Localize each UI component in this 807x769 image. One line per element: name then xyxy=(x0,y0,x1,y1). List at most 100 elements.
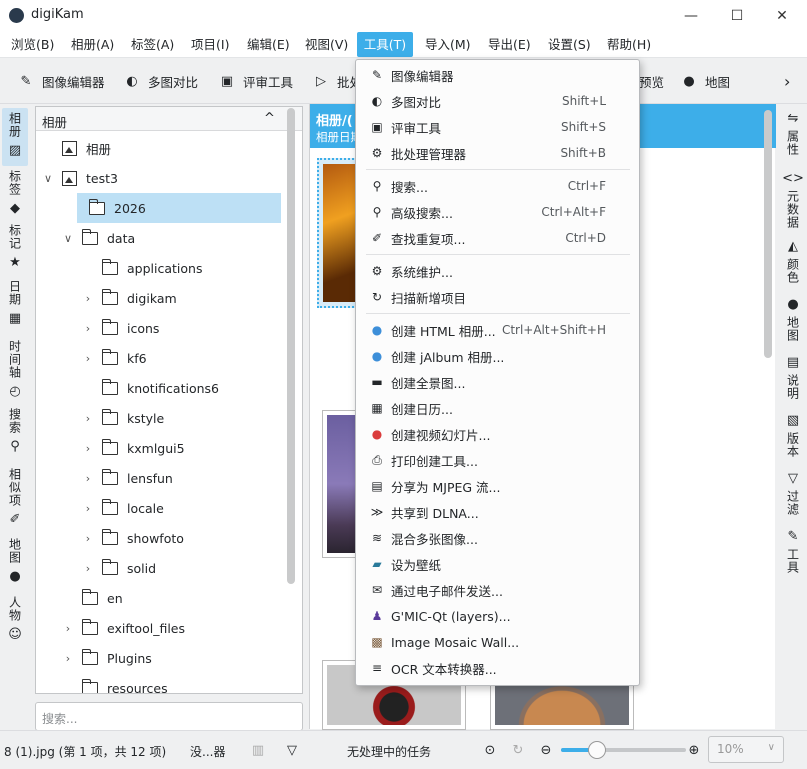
chevron-right-icon[interactable]: › xyxy=(82,412,94,425)
tree-item-data[interactable]: ∨ data xyxy=(36,223,286,253)
tree-item--[interactable]: 相册 xyxy=(36,133,286,163)
tree-item-knotifications6[interactable]: knotifications6 xyxy=(36,373,286,403)
minimize-button[interactable]: — xyxy=(681,6,701,26)
chevron-right-icon[interactable]: › xyxy=(82,562,94,575)
map-button[interactable]: ● 地图 xyxy=(681,71,730,91)
tree-item-kxmlgui5[interactable]: › kxmlgui5 xyxy=(36,433,286,463)
tools-menu-item[interactable]: ✉ 通过电子邮件发送... xyxy=(357,577,638,603)
tools-menu-item[interactable]: ▰ 设为壁纸 xyxy=(357,551,638,577)
maximize-button[interactable]: ☐ xyxy=(727,6,747,26)
tools-menu-item[interactable]: ▤ 分享为 MJPEG 流... xyxy=(357,473,638,499)
review-button[interactable]: ▣ 评审工具 xyxy=(219,71,293,91)
tree-item-resources[interactable]: resources xyxy=(36,673,286,693)
tools-menu-item[interactable]: ● 创建 HTML 相册... Ctrl+Alt+Shift+H xyxy=(357,317,638,343)
zoom-fit-icon[interactable]: ⊙ xyxy=(482,742,498,758)
tree-item-en[interactable]: en xyxy=(36,583,286,613)
chevron-right-icon[interactable]: › xyxy=(82,352,94,365)
collapse-icon[interactable]: ^ xyxy=(264,111,275,126)
chevron-right-icon[interactable]: › xyxy=(62,622,74,635)
tools-menu-item[interactable]: ≡ OCR 文本转换器... xyxy=(357,655,638,681)
tab-timeline[interactable]: 时间轴 ◴ xyxy=(2,340,28,400)
tools-menu-item[interactable]: ● 创建视频幻灯片... xyxy=(357,421,638,447)
zoom-level-select[interactable]: 10% ∨ xyxy=(708,736,784,763)
tab-dates[interactable]: 日期 ▦ xyxy=(2,280,28,328)
tree-item-2026[interactable]: 2026 xyxy=(77,193,281,223)
tab-captions[interactable]: ▤ 说明 xyxy=(781,354,805,404)
tree-item-applications[interactable]: applications xyxy=(36,253,286,283)
tab-albums[interactable]: 相册 ▨ xyxy=(2,108,28,166)
menu-tags[interactable]: 标签(A) xyxy=(126,31,179,58)
tools-menu-item[interactable]: ▩ Image Mosaic Wall... xyxy=(357,629,638,655)
menu-view[interactable]: 视图(V) xyxy=(300,31,353,58)
filter-icon[interactable]: ▽ xyxy=(284,742,300,758)
tab-similarity[interactable]: 相似项 ✐ xyxy=(2,468,28,528)
tab-geolocation[interactable]: ● 地图 xyxy=(781,296,805,346)
chevron-right-icon[interactable]: › xyxy=(82,292,94,305)
chevron-right-icon[interactable]: › xyxy=(82,442,94,455)
menu-export[interactable]: 导出(E) xyxy=(483,31,536,58)
trash-icon[interactable]: ▥ xyxy=(250,742,266,758)
tab-tools[interactable]: ✎ 工具 xyxy=(781,528,805,578)
tab-people[interactable]: 人物 ☺ xyxy=(2,596,28,646)
album-tree-scrollbar[interactable] xyxy=(287,108,295,584)
tab-tags[interactable]: 标签 ◆ xyxy=(2,170,28,218)
zoom-in-icon[interactable]: ⊕ xyxy=(686,742,702,758)
tree-item-kf6[interactable]: › kf6 xyxy=(36,343,286,373)
tools-menu-item[interactable]: ▬ 创建全景图... xyxy=(357,369,638,395)
chevron-right-icon[interactable]: › xyxy=(82,472,94,485)
menu-item[interactable]: 项目(I) xyxy=(186,31,234,58)
tree-item-lensfun[interactable]: › lensfun xyxy=(36,463,286,493)
chevron-right-icon[interactable]: › xyxy=(62,652,74,665)
tab-properties[interactable]: ⇋ 属性 xyxy=(781,110,805,160)
tree-item-showfoto[interactable]: › showfoto xyxy=(36,523,286,553)
tree-item-kstyle[interactable]: › kstyle xyxy=(36,403,286,433)
toolbar-overflow-button[interactable]: › xyxy=(784,71,790,91)
tools-menu-item[interactable]: ⎙ 打印创建工具... xyxy=(357,447,638,473)
tools-menu-item[interactable]: ◐ 多图对比 Shift+L xyxy=(357,88,638,114)
tab-map[interactable]: 地图 ● xyxy=(2,538,28,588)
tools-menu-item[interactable]: ● 创建 jAlbum 相册... xyxy=(357,343,638,369)
tools-menu-item[interactable]: ✎ 图像编辑器 xyxy=(357,62,638,88)
chevron-down-icon[interactable]: ∨ xyxy=(42,172,54,185)
tools-menu-item[interactable]: ▣ 评审工具 Shift+S xyxy=(357,114,638,140)
tools-menu-item[interactable]: ⚲ 高级搜索... Ctrl+Alt+F xyxy=(357,199,638,225)
preview-button[interactable]: 预览 xyxy=(639,71,664,91)
menu-settings[interactable]: 设置(S) xyxy=(543,31,596,58)
refresh-icon[interactable]: ↻ xyxy=(510,742,526,758)
album-search-input[interactable]: 搜索... xyxy=(35,702,303,731)
menu-browse[interactable]: 浏览(B) xyxy=(6,31,59,58)
menu-help[interactable]: 帮助(H) xyxy=(602,31,656,58)
tab-versions[interactable]: ▧ 版本 xyxy=(781,412,805,462)
zoom-slider-handle[interactable] xyxy=(588,741,606,759)
tab-labels[interactable]: 标记 ★ xyxy=(2,224,28,272)
tab-metadata[interactable]: <> 元数据 xyxy=(781,170,805,230)
tree-item-icons[interactable]: › icons xyxy=(36,313,286,343)
tools-menu-item[interactable]: ▦ 创建日历... xyxy=(357,395,638,421)
chevron-down-icon[interactable]: ∨ xyxy=(62,232,74,245)
menu-edit[interactable]: 编辑(E) xyxy=(242,31,295,58)
tools-menu-item[interactable]: ⚲ 搜索... Ctrl+F xyxy=(357,173,638,199)
tree-item-solid[interactable]: › solid xyxy=(36,553,286,583)
tools-menu-item[interactable]: ≋ 混合多张图像... xyxy=(357,525,638,551)
tab-colors[interactable]: ◭ 颜色 xyxy=(781,238,805,288)
menu-import[interactable]: 导入(M) xyxy=(420,31,476,58)
close-button[interactable]: ✕ xyxy=(772,6,792,26)
tools-menu-item[interactable]: ✐ 查找重复项... Ctrl+D xyxy=(357,225,638,251)
tools-menu-item[interactable]: ⚙ 系统维护... xyxy=(357,258,638,284)
tree-item-exiftool-files[interactable]: › exiftool_files xyxy=(36,613,286,643)
tab-search[interactable]: 搜索 ⚲ xyxy=(2,408,28,458)
tools-menu-item[interactable]: ⚙ 批处理管理器 Shift+B xyxy=(357,140,638,166)
menu-tools[interactable]: 工具(T) xyxy=(357,32,413,57)
tree-item-locale[interactable]: › locale xyxy=(36,493,286,523)
tools-menu-item[interactable]: ↻ 扫描新增项目 xyxy=(357,284,638,310)
tools-menu-item[interactable]: ≫ 共享到 DLNA... xyxy=(357,499,638,525)
tab-filters[interactable]: ▽ 过滤 xyxy=(781,470,805,520)
tree-item-plugins[interactable]: › Plugins xyxy=(36,643,286,673)
thumbnail-scrollbar[interactable] xyxy=(764,110,772,358)
chevron-right-icon[interactable]: › xyxy=(82,502,94,515)
menu-album[interactable]: 相册(A) xyxy=(66,31,119,58)
chevron-right-icon[interactable]: › xyxy=(82,532,94,545)
light-table-button[interactable]: ◐ 多图对比 xyxy=(124,71,198,91)
tree-item-test3[interactable]: ∨ test3 xyxy=(36,163,286,193)
tree-item-digikam[interactable]: › digikam xyxy=(36,283,286,313)
